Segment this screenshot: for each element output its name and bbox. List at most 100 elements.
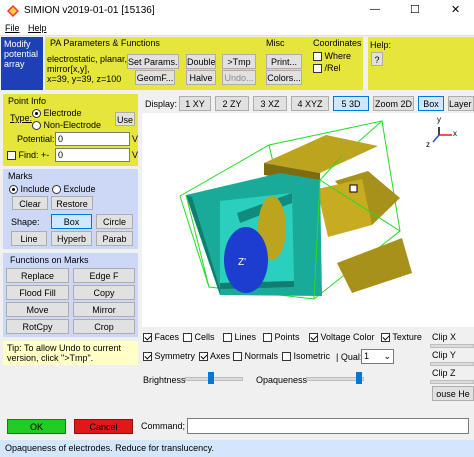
point-info-header: Point Info	[8, 96, 47, 106]
exclude-radio[interactable]: Exclude	[52, 184, 96, 195]
mouse-help-button[interactable]: ouse He	[432, 386, 474, 401]
zoom-2d-button[interactable]: Zoom 2D	[373, 96, 414, 111]
halve-button[interactable]: Halve	[186, 70, 216, 85]
mode-box[interactable]: Modify potential array	[1, 37, 43, 90]
qual-select[interactable]: 1 ⌄	[361, 349, 394, 364]
normals-checkbox[interactable]: Normals	[233, 351, 279, 362]
clear-button[interactable]: Clear	[12, 196, 48, 210]
brightness-slider-track[interactable]	[185, 377, 243, 381]
maximize-button[interactable]: ☐	[410, 3, 420, 16]
status-text: Opaqueness of electrodes. Reduce for tra…	[5, 443, 214, 453]
help-question-button[interactable]: ?	[371, 52, 383, 66]
mirror-button[interactable]: Mirror	[73, 302, 135, 317]
clip-z-slider[interactable]	[430, 380, 474, 384]
menu-file[interactable]: File	[5, 23, 20, 33]
faces-checkbox[interactable]: Faces	[143, 332, 180, 343]
voltage-color-checkbox[interactable]: Voltage Color	[309, 332, 375, 343]
box-shape-button[interactable]: Box	[51, 214, 92, 229]
parab-shape-button[interactable]: Parab	[96, 231, 133, 246]
axis-z-label: z	[426, 140, 430, 149]
electrode-radio[interactable]: Electrode	[32, 108, 82, 119]
mode-line1: Modify	[4, 39, 31, 49]
view-xy-button[interactable]: 1 XY	[179, 96, 211, 111]
view-3d-button[interactable]: 5 3D	[333, 96, 369, 111]
misc-header: Misc	[266, 38, 285, 48]
set-params-button[interactable]: Set Params...	[127, 54, 179, 69]
command-input[interactable]	[187, 418, 469, 434]
normals-label: Normals	[244, 351, 279, 361]
exclude-label: Exclude	[63, 184, 96, 194]
cells-checkbox[interactable]: Cells	[183, 332, 215, 343]
symmetry-checkbox[interactable]: Symmetry	[143, 351, 196, 362]
include-radio[interactable]: Include	[9, 184, 50, 195]
layer-button[interactable]: Layer	[448, 96, 474, 111]
where-label: Where	[324, 51, 352, 61]
clip-y-slider[interactable]	[430, 362, 474, 366]
axes-checkbox[interactable]: Axes	[199, 351, 230, 362]
use-button[interactable]: Use	[115, 112, 135, 126]
cancel-button[interactable]: Cancel	[74, 419, 133, 434]
rotcpy-button[interactable]: RotCpy	[6, 319, 69, 334]
lines-label: Lines	[234, 332, 257, 342]
close-button[interactable]: ✕	[451, 3, 460, 16]
axis-y-label: y	[437, 115, 441, 124]
restore-button[interactable]: Restore	[51, 196, 93, 210]
symmetry-label: Symmetry	[154, 351, 196, 361]
lines-checkbox[interactable]: Lines	[223, 332, 257, 343]
box-display-button[interactable]: Box	[418, 96, 444, 111]
find-input[interactable]: 0	[55, 148, 130, 162]
print-button[interactable]: Print...	[266, 54, 302, 69]
find-label: Find: +-	[18, 150, 50, 160]
view-xz-button[interactable]: 3 XZ	[253, 96, 287, 111]
qual-value: 1	[364, 351, 370, 361]
replace-button[interactable]: Replace	[6, 268, 69, 283]
hyperb-shape-button[interactable]: Hyperb	[51, 231, 92, 246]
tmp-button[interactable]: >Tmp	[222, 54, 256, 69]
view-zy-button[interactable]: 2 ZY	[215, 96, 249, 111]
geomf-button[interactable]: GeomF...	[135, 70, 175, 85]
electrode-label: Electrode	[43, 108, 82, 118]
clip-x-label[interactable]: Clip X	[432, 332, 456, 342]
view-xyz-button[interactable]: 4 XYZ	[291, 96, 329, 111]
line-shape-button[interactable]: Line	[11, 231, 47, 246]
circle-shape-button[interactable]: Circle	[96, 214, 133, 229]
flood-fill-button[interactable]: Flood Fill	[6, 285, 69, 300]
ok-button[interactable]: OK	[7, 419, 66, 434]
brightness-slider-thumb[interactable]	[208, 372, 214, 384]
find-unit: V	[132, 150, 139, 160]
voltage-color-label: Voltage Color	[320, 332, 375, 342]
faces-label: Faces	[154, 332, 180, 342]
isometric-checkbox[interactable]: Isometric	[282, 351, 330, 362]
command-label: Command;	[141, 421, 186, 431]
clip-y-label[interactable]: Clip Y	[432, 350, 456, 360]
opaqueness-slider-thumb[interactable]	[356, 372, 362, 384]
clip-x-slider[interactable]	[430, 344, 474, 348]
points-checkbox[interactable]: Points	[263, 332, 300, 343]
double-button[interactable]: Double	[186, 54, 216, 69]
non-electrode-radio[interactable]: Non-Electrode	[32, 120, 101, 131]
rel-checkbox[interactable]: /Rel	[313, 63, 341, 74]
opaqueness-label: Opaqueness	[256, 375, 308, 385]
menu-help[interactable]: Help	[28, 23, 47, 33]
minimize-button[interactable]: —	[370, 4, 380, 15]
crop-button[interactable]: Crop	[73, 319, 135, 334]
pa-desc1: electrostatic, planar,	[47, 54, 128, 64]
3d-viewport[interactable]: y x z Z'	[142, 113, 474, 327]
where-checkbox[interactable]: Where	[313, 51, 352, 62]
axis-x-label: x	[453, 129, 457, 138]
mode-line2: potential	[4, 49, 39, 59]
texture-checkbox[interactable]: Texture	[381, 332, 422, 343]
brightness-label: Brightness	[143, 375, 186, 385]
shape-label: Shape:	[11, 217, 40, 227]
texture-label: Texture	[392, 332, 422, 342]
find-checkbox[interactable]: Find: +-	[7, 150, 50, 161]
undo-button[interactable]: Undo...	[222, 70, 256, 85]
potential-input[interactable]: 0	[55, 132, 130, 146]
edge-f-button[interactable]: Edge F	[73, 268, 135, 283]
rel-label: /Rel	[324, 63, 341, 73]
copy-button[interactable]: Copy	[73, 285, 135, 300]
clip-z-label[interactable]: Clip Z	[432, 368, 456, 378]
move-button[interactable]: Move	[6, 302, 69, 317]
colors-button[interactable]: Colors...	[266, 70, 302, 85]
chevron-down-icon: ⌄	[383, 351, 391, 361]
